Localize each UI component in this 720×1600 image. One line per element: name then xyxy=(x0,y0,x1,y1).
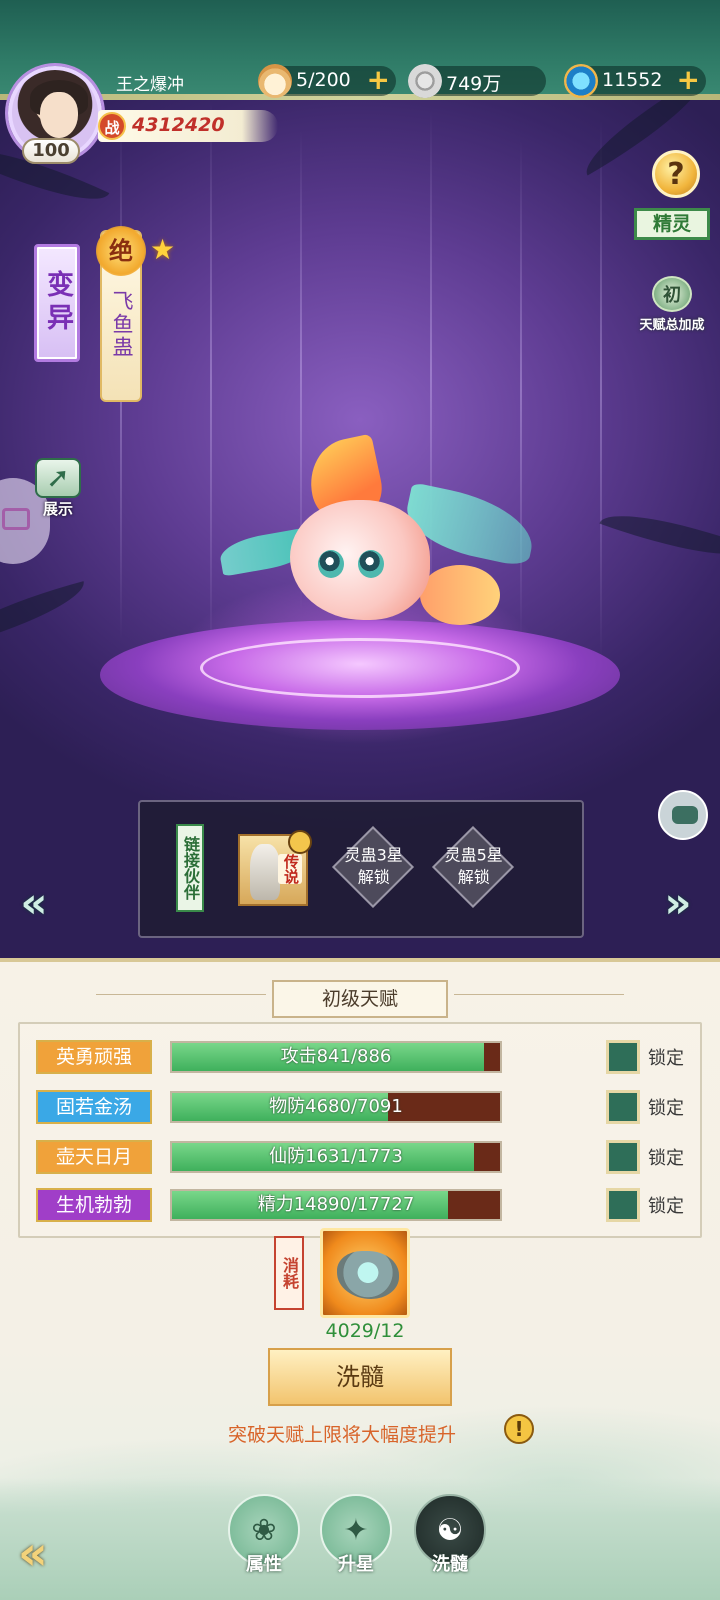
steamed-bun-icon xyxy=(258,64,292,98)
lock-checkbox[interactable] xyxy=(606,1188,640,1222)
talent-name: 生机勃勃 xyxy=(36,1188,152,1222)
combat-power-icon: 战 xyxy=(98,112,126,140)
talent-name: 壶天日月 xyxy=(36,1140,152,1174)
talent-medal-icon: 初 xyxy=(652,276,692,312)
summon-platform xyxy=(40,620,680,820)
lock-checkbox[interactable] xyxy=(606,1040,640,1074)
lock-label: 锁定 xyxy=(648,1098,684,1119)
share-arrow-icon: ➚ xyxy=(35,458,81,498)
star-icon: ★ xyxy=(150,233,176,266)
breakthrough-tip: 突破天赋上限将大幅度提升 xyxy=(228,1424,457,1446)
talent-name: 英勇顽强 xyxy=(36,1040,152,1074)
pet-name-scroll: 绝 飞鱼蛊 xyxy=(96,226,146,402)
help-button[interactable]: ? xyxy=(652,150,700,198)
talent-progress-bar: 物防4680/7091 xyxy=(170,1091,502,1123)
consume-item-count: 4029/12 xyxy=(325,1320,405,1342)
resource-coins-value: 749万 xyxy=(446,73,502,95)
tab-attributes-label: 属性 xyxy=(246,1554,282,1575)
player-name: 王之爆冲 xyxy=(116,75,184,95)
talent-total-bonus-label: 天赋总加成 xyxy=(639,318,705,333)
locked-slot-5star[interactable]: 灵蛊5星解锁 xyxy=(424,818,523,917)
magnifier-icon[interactable] xyxy=(288,830,312,854)
lock-checkbox[interactable] xyxy=(606,1140,640,1174)
lock-checkbox[interactable] xyxy=(606,1090,640,1124)
mutate-button[interactable]: 变异 xyxy=(34,244,80,362)
locked-slot-3star-label: 灵蛊3星解锁 xyxy=(344,845,403,887)
combat-power: 战 4312420 xyxy=(98,110,278,142)
pet-name: 飞鱼蛊 xyxy=(110,290,134,359)
consume-item-slot[interactable] xyxy=(320,1228,410,1318)
talent-row: 壶天日月 仙防1631/1773 锁定 xyxy=(36,1140,696,1174)
locked-slot-5star-label: 灵蛊5星解锁 xyxy=(444,845,503,887)
talent-name: 固若金汤 xyxy=(36,1090,152,1124)
talent-row: 固若金汤 物防4680/7091 锁定 xyxy=(36,1090,696,1124)
tab-wash-marrow[interactable]: ☯ 洗髓 xyxy=(410,1494,490,1594)
player-level-badge: 100 xyxy=(22,138,80,164)
resource-stamina: 5/200 + xyxy=(258,64,396,98)
back-button[interactable]: « xyxy=(18,1528,88,1578)
talent-total-bonus-button[interactable]: 初 天赋总加成 xyxy=(632,276,712,333)
talent-progress-bar: 仙防1631/1773 xyxy=(170,1141,502,1173)
tab-star-up[interactable]: ✦ 升星 xyxy=(316,1494,396,1594)
link-partner-label: 链接伙伴 xyxy=(176,824,204,912)
previous-pet-button[interactable]: « xyxy=(12,880,56,930)
talent-value: 物防4680/7091 xyxy=(269,1096,403,1117)
talent-progress-bar: 精力14890/17727 xyxy=(170,1189,502,1221)
legend-badge: 传说 xyxy=(278,854,302,884)
next-pet-button[interactable]: » xyxy=(656,880,700,930)
tab-attributes[interactable]: ❀ 属性 xyxy=(224,1494,304,1594)
resource-stamina-value: 5/200 xyxy=(296,69,351,91)
section-title: 初级天赋 xyxy=(96,980,624,1018)
talent-attributes: 英勇顽强 攻击841/886 锁定 固若金汤 物防4680/7091 锁定 壶天… xyxy=(18,1022,702,1238)
resource-jade-value: 11552 xyxy=(602,69,663,91)
partner-link-panel: 链接伙伴 传说 灵蛊3星解锁 灵蛊5星解锁 xyxy=(138,800,584,938)
jade-icon xyxy=(564,64,598,98)
talent-progress-bar: 攻击841/886 xyxy=(170,1041,502,1073)
add-stamina-button[interactable]: + xyxy=(367,66,390,94)
exclamation-icon[interactable]: ! xyxy=(504,1414,534,1444)
coin-icon xyxy=(408,64,442,98)
tab-star-up-label: 升星 xyxy=(338,1554,374,1575)
consume-label: 消耗 xyxy=(274,1236,304,1310)
chat-bubble-icon[interactable] xyxy=(658,790,708,840)
lock-label: 锁定 xyxy=(648,1148,684,1169)
talent-value: 精力14890/17727 xyxy=(257,1194,415,1215)
resource-coins: 749万 xyxy=(408,64,546,98)
lock-label: 锁定 xyxy=(648,1048,684,1069)
marrow-stone-icon xyxy=(337,1251,399,1299)
pet-creature-image[interactable] xyxy=(217,433,540,650)
add-jade-button[interactable]: + xyxy=(677,66,700,94)
talent-row: 生机勃勃 精力14890/17727 锁定 xyxy=(36,1188,696,1222)
resource-jade: 11552 + xyxy=(564,64,706,98)
lock-label: 锁定 xyxy=(648,1196,684,1217)
pet-tier-badge: 绝 xyxy=(96,226,146,276)
locked-slot-3star[interactable]: 灵蛊3星解锁 xyxy=(324,818,423,917)
hero-portrait xyxy=(250,844,280,900)
combat-power-value: 4312420 xyxy=(132,114,225,136)
talent-value: 仙防1631/1773 xyxy=(269,1146,403,1167)
spirit-button[interactable]: 精灵 xyxy=(634,208,710,240)
talent-row: 英勇顽强 攻击841/886 锁定 xyxy=(36,1040,696,1074)
show-button[interactable]: ➚ 展示 xyxy=(26,458,90,520)
show-button-label: 展示 xyxy=(42,500,73,518)
wash-marrow-button[interactable]: 洗髓 xyxy=(268,1348,452,1406)
talent-value: 攻击841/886 xyxy=(280,1046,392,1067)
bottom-navigation: « ❀ 属性 ✦ 升星 ☯ 洗髓 xyxy=(0,1478,720,1600)
partner-hero-slot[interactable]: 传说 xyxy=(238,830,312,906)
tab-wash-marrow-label: 洗髓 xyxy=(432,1554,468,1575)
